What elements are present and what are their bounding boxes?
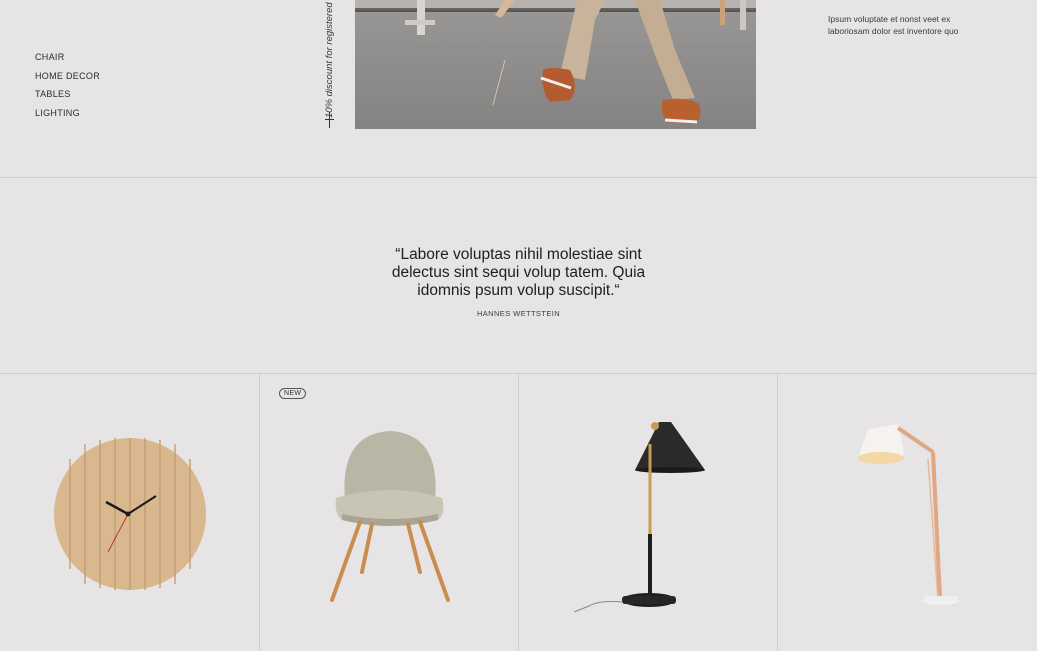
testimonial-quote: “Labore voluptas nihil molestiae sint de… (391, 246, 646, 299)
desk-lamp-icon (573, 422, 705, 613)
product-card-chair[interactable]: NEW (259, 374, 519, 651)
category-lighting[interactable]: LIGHTING (35, 104, 100, 123)
promo-line-icon (329, 112, 330, 128)
promo-text: 10% discount for registered users (324, 0, 335, 118)
promo-vertical-label: 10% discount for registered users (322, 0, 336, 130)
product-card-desk-lamp[interactable] (518, 374, 778, 651)
product-card-clock[interactable] (0, 374, 259, 651)
floor-lamp-icon (858, 424, 959, 605)
category-tables[interactable]: TABLES (35, 85, 100, 104)
walking-person-image (355, 0, 756, 129)
product-grid: NEW (0, 373, 1037, 651)
category-menu: CHAIR HOME DECOR TABLES LIGHTING (35, 48, 100, 122)
testimonial-author: HANNES WETTSTEIN (476, 309, 561, 318)
category-home-decor[interactable]: HOME DECOR (35, 67, 100, 86)
category-chair[interactable]: CHAIR (35, 48, 100, 67)
chair-icon (330, 431, 450, 602)
top-section: CHAIR HOME DECOR TABLES LIGHTING 10% dis… (0, 0, 1037, 178)
product-card-floor-lamp[interactable] (777, 374, 1037, 651)
promo-tick (325, 119, 334, 120)
intro-paragraph: Ipsum voluptate et nonst veet ex laborio… (828, 14, 959, 36)
hero-image (355, 0, 756, 129)
wall-clock-icon (54, 438, 206, 590)
